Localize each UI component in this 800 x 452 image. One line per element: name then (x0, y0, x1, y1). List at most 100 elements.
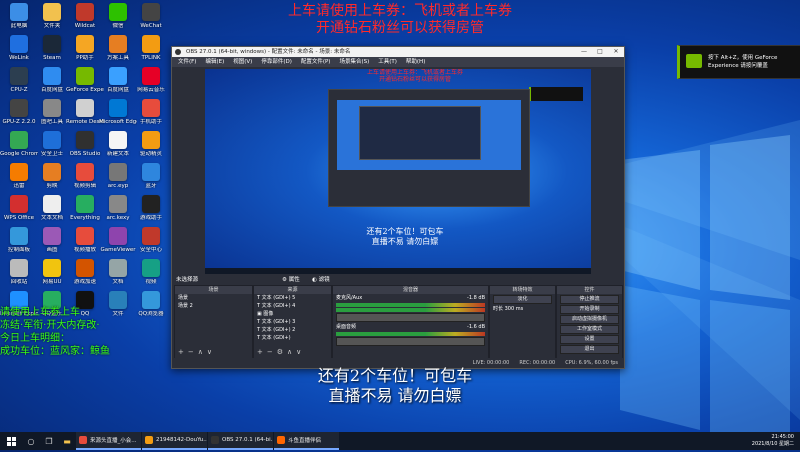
desktop-icon[interactable]: 驱动精灵 (132, 131, 170, 158)
scene-tools[interactable]: +−∧∨ (178, 348, 216, 356)
app-icon (10, 163, 28, 181)
desktop-icon[interactable]: 手机助手 (132, 99, 170, 126)
properties-button[interactable]: ⚙ 属性 (282, 275, 300, 285)
duration-row[interactable]: 时长 300 ms (490, 305, 555, 313)
menu-scene-collection[interactable]: 场景集合(S) (339, 57, 369, 67)
app-icon (43, 195, 61, 213)
file-explorer-icon[interactable]: ▬ (58, 432, 76, 450)
app-icon (76, 35, 94, 53)
stop-streaming-button[interactable]: 停止推流 (560, 295, 619, 304)
app-icon (109, 3, 127, 21)
app-icon (43, 99, 61, 117)
taskbar-app-label: 斗鱼直播伴侣 (288, 438, 322, 444)
sources-header: 来源 (254, 286, 331, 294)
app-icon (211, 436, 219, 444)
desktop-level-meter (336, 332, 485, 336)
app-icon (142, 99, 160, 117)
nested-obs-window (328, 89, 530, 207)
taskbar-app-button[interactable]: OBS 27.0.1 (64-bi... (208, 432, 273, 450)
transition-select[interactable]: 淡化 (493, 295, 552, 304)
app-icon (76, 3, 94, 21)
taskbar-app-button[interactable]: 来源头直播_小会... (76, 432, 141, 450)
obs-titlebar[interactable]: OBS 27.0.1 (64-bit, windows) - 配置文件: 未命名… (172, 47, 624, 57)
mixer-channel-label: 麦克风/Aux -1.8 dB (336, 295, 485, 301)
desktop-icon-label: 蓝牙 (145, 183, 157, 189)
overlay-left-line4: 成功车位：蓝风家：鲸鱼 (0, 346, 110, 357)
source-item[interactable]: T 文本 (GDI+) (254, 334, 331, 342)
desktop-icon[interactable]: 安全中心 (132, 227, 170, 254)
taskbar-app-label: OBS 27.0.1 (64-bi... (222, 437, 273, 443)
task-view-icon[interactable]: ❐ (40, 432, 58, 450)
search-icon[interactable]: ○ (22, 432, 40, 450)
source-item[interactable]: T 文本 (GDI+) 3 (254, 318, 331, 326)
geforce-toast[interactable]: 按下 Alt+Z，使用 GeForce Experience 请按问覆盖 (677, 45, 800, 79)
source-item[interactable]: T 文本 (GDI+) 4 (254, 302, 331, 310)
taskbar-app-button[interactable]: 21948142-DouYu... (142, 432, 207, 450)
clock-date: 2021/8/10 星期二 (751, 441, 794, 447)
app-icon (76, 259, 94, 277)
close-button[interactable]: ✕ (608, 47, 624, 57)
app-icon (10, 35, 28, 53)
source-item[interactable]: ▣ 图像 (254, 310, 331, 318)
scene-item[interactable]: 场景 2 (175, 302, 252, 310)
overlay-bottom-line2: 直播不易 请勿白嫖 (328, 386, 462, 405)
exit-button[interactable]: 退出 (560, 345, 619, 354)
desktop-icon[interactable]: 游戏助手 (132, 195, 170, 222)
studio-mode-button[interactable]: 工作室模式 (560, 325, 619, 334)
nvidia-icon (686, 54, 702, 68)
obs-icon (175, 49, 181, 55)
source-item[interactable]: T 文本 (GDI+) 5 (254, 294, 331, 302)
mic-volume-slider[interactable] (336, 313, 485, 322)
menu-help[interactable]: 帮助(H) (406, 57, 425, 67)
taskbar: ○ ❐ ▬ 来源头直播_小会... 21948142-DouYu... OBS 27… (0, 432, 800, 450)
desktop-icon-label: 驱动精灵 (139, 151, 162, 157)
system-tray[interactable]: 21:45:00 2021/8/10 星期二 (752, 432, 794, 452)
menu-profile[interactable]: 配置文件(P) (301, 57, 331, 67)
taskbar-app-label: 21948142-DouYu... (156, 437, 207, 443)
obs-window[interactable]: OBS 27.0.1 (64-bit, windows) - 配置文件: 未命名… (171, 46, 625, 369)
desktop-icon-label: 视频 (145, 279, 157, 285)
app-icon (142, 67, 160, 85)
settings-button[interactable]: 设置 (560, 335, 619, 344)
source-item[interactable]: T 文本 (GDI+) 2 (254, 326, 331, 334)
obs-preview[interactable]: 上车请使用上车券：飞机或者上车券 开通钻石粉丝可以获得房管 还有2个车位！可包车直… (205, 69, 591, 274)
mic-level-meter (336, 303, 485, 307)
menu-file[interactable]: 文件(F) (178, 57, 196, 67)
app-icon (43, 227, 61, 245)
taskbar-app-button[interactable]: 斗鱼直播伴侣 (274, 432, 339, 450)
desktop-icon[interactable]: 视频 (132, 259, 170, 286)
app-icon (109, 99, 127, 117)
maximize-button[interactable]: □ (592, 47, 608, 57)
minimize-button[interactable]: — (576, 47, 592, 57)
taskbar-apps: 来源头直播_小会... 21948142-DouYu... OBS 27.0.1 (… (76, 432, 340, 450)
preview-bottom-caption: 还有2个车位！可包车 直播不易 请勿白嫖 (366, 227, 444, 246)
rec-status: REC: 00:00:00 (519, 360, 556, 366)
desktop-volume-slider[interactable] (336, 337, 485, 346)
filters-button[interactable]: ◐ 滤镜 (312, 275, 330, 285)
start-button[interactable] (0, 432, 22, 450)
source-tools[interactable]: +−⚙∧∨ (257, 348, 305, 356)
windows-icon (6, 436, 16, 446)
desktop-icon[interactable]: WeChat (132, 3, 170, 30)
scene-item[interactable]: 场景 (175, 294, 252, 302)
app-icon (109, 35, 127, 53)
menu-docks[interactable]: 停靠部件(D) (261, 57, 292, 67)
source-toolbar: 未选择源 ⚙ 属性 ◐ 滤镜 (172, 275, 624, 285)
app-icon (10, 227, 28, 245)
menu-edit[interactable]: 编辑(E) (205, 57, 224, 67)
desktop-icon[interactable]: TPLINK (132, 35, 170, 62)
desktop-icon[interactable]: 蓝牙 (132, 163, 170, 190)
clock-time: 21:45:00 (771, 434, 794, 440)
desktop-icon[interactable]: 网易云音乐 (132, 67, 170, 94)
menu-tools[interactable]: 工具(T) (378, 57, 397, 67)
transitions-header: 转场特效 (490, 286, 555, 294)
app-icon (145, 436, 153, 444)
menu-view[interactable]: 视图(V) (233, 57, 252, 67)
controls-header: 控件 (557, 286, 622, 294)
start-recording-button[interactable]: 开始录制 (560, 305, 619, 314)
virtual-camera-button[interactable]: 启动虚拟摄像机 (560, 315, 619, 324)
app-icon (142, 131, 160, 149)
mic-level-meter (336, 308, 485, 312)
desktop-icon-label: 游戏助手 (139, 215, 162, 221)
no-source-label: 未选择源 (176, 277, 199, 283)
